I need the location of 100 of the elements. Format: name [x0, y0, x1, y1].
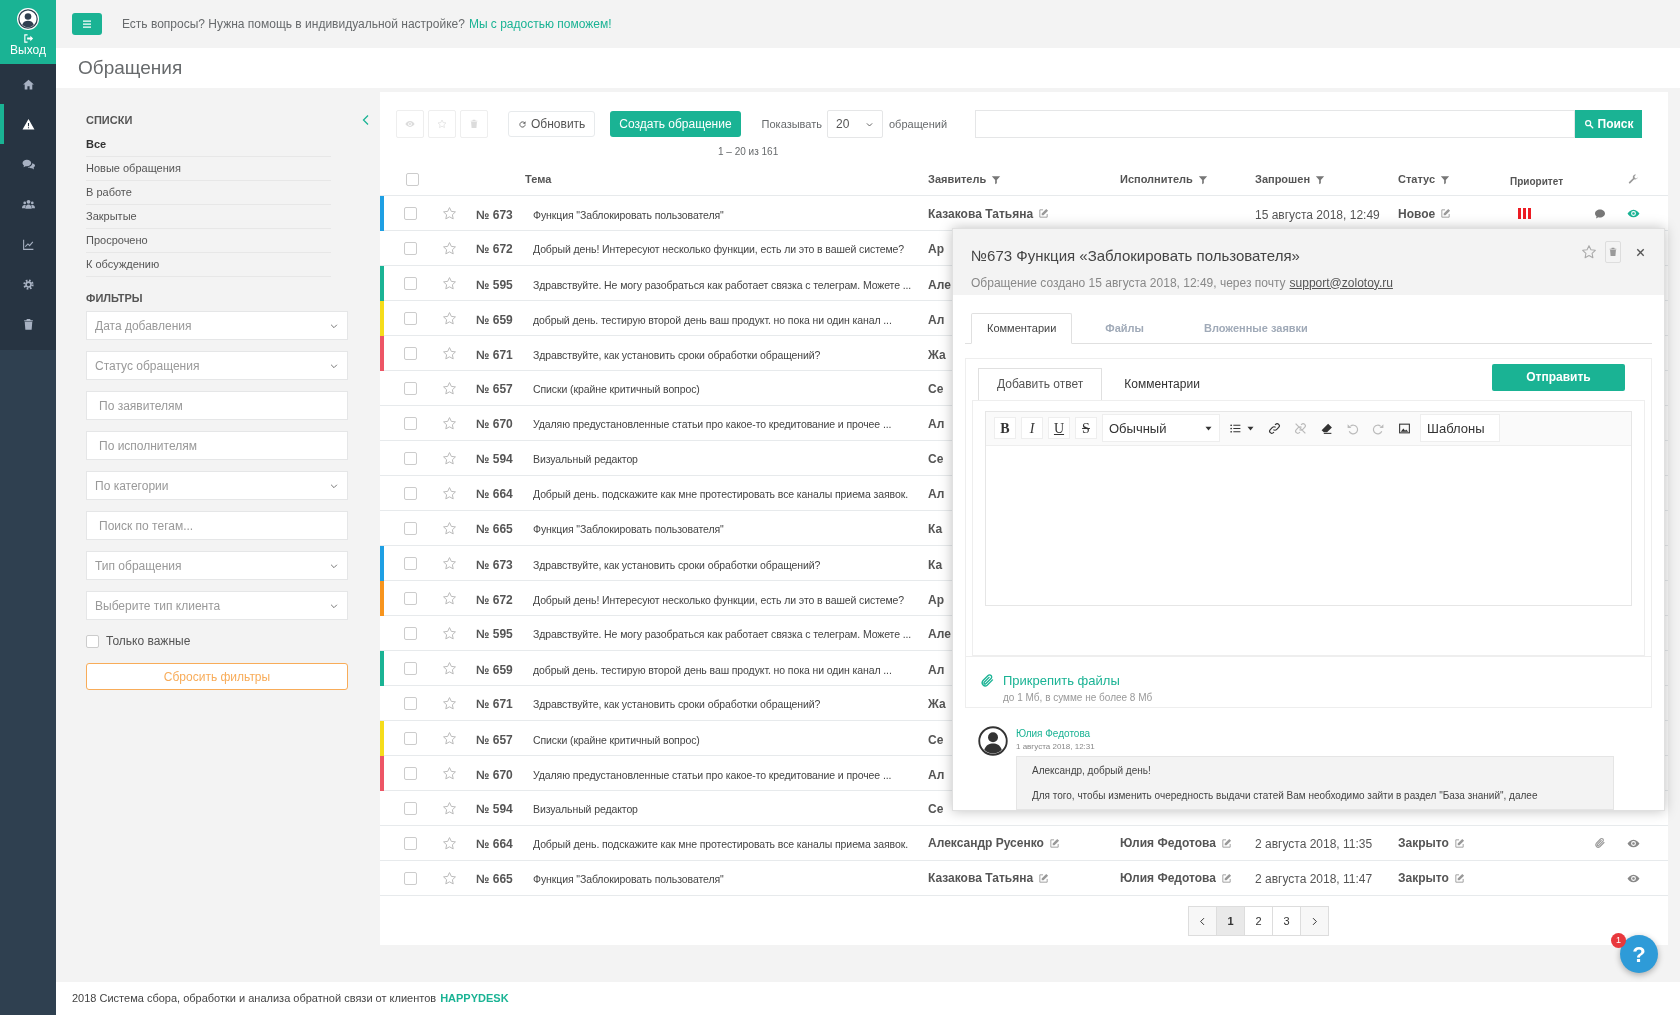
page-button[interactable]: 1	[1216, 906, 1245, 936]
ticket-subject-link[interactable]: Удаляю предустановленные статьи про какое-то кредитование и прочее ...	[533, 768, 892, 781]
column-header[interactable]: Статус	[1398, 171, 1436, 188]
column-header[interactable]: Тема	[525, 171, 552, 188]
ticket-subject-link[interactable]: Функция "Заблокировать пользователя"	[533, 523, 724, 535]
refresh-button[interactable]: Обновить	[508, 111, 596, 137]
checkbox[interactable]	[403, 381, 417, 395]
checkbox[interactable]	[403, 696, 417, 710]
delete-button[interactable]	[1605, 241, 1621, 263]
prev-page-button[interactable]	[1188, 906, 1217, 936]
ticket-number: № 659	[476, 662, 513, 677]
ticket-subject-link[interactable]: Добрый день! Интересуют несколько функции, есть ли это в вашей системе?	[533, 243, 905, 255]
list-item[interactable]: Закрытые	[86, 205, 331, 229]
italic-button[interactable]: I	[1021, 417, 1043, 440]
ticket-subject-link[interactable]: добрый день. тестирую второй день ваш продукт. но пока ни один канал ...	[533, 313, 892, 326]
filter-field[interactable]: Поиск по тегам...	[86, 511, 348, 540]
avatar-icon	[978, 726, 1008, 756]
checkbox[interactable]	[403, 277, 417, 290]
list-item[interactable]: Просрочено	[86, 229, 331, 253]
checkbox[interactable]	[403, 521, 417, 535]
checkbox[interactable]	[403, 732, 417, 745]
format-dropdown[interactable]: Шаблоны	[1420, 414, 1500, 443]
checkbox[interactable]	[403, 801, 417, 815]
ticket-subject-link[interactable]: Списки (крайне критичный вопрос)	[533, 383, 700, 395]
list-item[interactable]: Все	[86, 133, 331, 157]
ticket-subject-link[interactable]: Добрый день. подскажите как мне протестировать все каналы приема заявок.	[533, 488, 908, 500]
checkbox[interactable]	[405, 173, 419, 186]
ticket-subject-link[interactable]: Списки (крайне критичный вопрос)	[533, 733, 700, 746]
ticket-number: № 673	[476, 557, 513, 572]
request-date: 2 августа 2018, 11:35	[1255, 837, 1373, 851]
ticket-subject-link[interactable]: Здравствуйте, как установить сроки обработки обращений?	[533, 348, 821, 361]
column-header[interactable]: Заявитель	[928, 171, 987, 188]
format-dropdown[interactable]: Обычный	[1102, 414, 1220, 443]
column-header[interactable]: Запрошен	[1255, 171, 1311, 188]
ticket-subject-link[interactable]: Здравствуйте. Не могу разобраться как работает связка с телеграм. Можете ...	[533, 278, 912, 291]
ticket-number: № 672	[476, 242, 513, 256]
strike-button[interactable]: S	[1075, 417, 1097, 440]
checkbox[interactable]	[403, 312, 417, 325]
column-header[interactable]: Исполнитель	[1120, 171, 1193, 188]
ticket-subject-link[interactable]: Удаляю предустановленные статьи про какое-то кредитование и прочее ...	[533, 418, 892, 430]
section-title: ФИЛЬТРЫ	[86, 290, 143, 306]
star-button[interactable]	[1581, 244, 1597, 260]
filter-field[interactable]: По заявителям	[86, 391, 348, 420]
list-icon	[1229, 421, 1242, 435]
ticket-subject-link[interactable]: Визуальный редактор	[533, 803, 638, 815]
page-size-dropdown[interactable]: 20	[827, 110, 883, 138]
list-item[interactable]: Новые обращения	[86, 157, 331, 181]
ticket-number: № 594	[476, 802, 513, 816]
bold-button[interactable]: B	[994, 417, 1016, 440]
checkbox[interactable]	[403, 486, 417, 500]
wrench-icon	[1628, 174, 1639, 185]
checkbox[interactable]	[403, 347, 417, 360]
ticket-subject-link[interactable]: Здравствуйте, как установить сроки обработки обращений?	[533, 558, 821, 571]
email-link[interactable]: support@zolotoy.ru	[1289, 273, 1393, 292]
ticket-subject-link[interactable]: Функция "Заблокировать пользователя"	[533, 873, 724, 885]
show-label: Показывать	[761, 116, 822, 132]
checkbox[interactable]	[403, 416, 417, 430]
ticket-subject-link[interactable]: Функция "Заблокировать пользователя"	[533, 208, 724, 221]
applicant-name: Ал	[928, 417, 945, 431]
ticket-subject-link[interactable]: Здравствуйте. Не могу разобраться как работает связка с телеграм. Можете ...	[533, 628, 912, 640]
tab[interactable]: Комментарии	[971, 312, 1073, 344]
applicant-name: Жа	[928, 697, 946, 711]
list-item[interactable]: К обсуждению	[86, 253, 331, 277]
checkbox[interactable]	[403, 241, 417, 255]
list-item[interactable]: В работе	[86, 181, 331, 205]
checkbox[interactable]	[403, 207, 417, 220]
next-page-button[interactable]	[1300, 906, 1329, 936]
checkbox[interactable]	[403, 871, 417, 885]
request-date: 2 августа 2018, 11:47	[1255, 872, 1373, 886]
ticket-number: № 595	[476, 627, 513, 641]
tab[interactable]: Добавить ответ	[978, 367, 1103, 401]
ticket-subject-link[interactable]: Здравствуйте, как установить сроки обработки обращений?	[533, 698, 821, 710]
checkbox[interactable]	[403, 451, 417, 465]
ticket-subject-link[interactable]: Визуальный редактор	[533, 453, 638, 465]
avatar-icon[interactable]	[17, 8, 39, 30]
checkbox[interactable]	[403, 767, 417, 780]
checkbox[interactable]	[86, 634, 99, 648]
tab[interactable]: Комментарии	[1106, 367, 1218, 401]
page-button[interactable]: 3	[1272, 906, 1301, 936]
checkbox[interactable]	[403, 557, 417, 570]
filter-field[interactable]: По исполнителям	[86, 431, 348, 460]
checkbox[interactable]	[403, 592, 417, 605]
ticket-number: № 673	[476, 207, 513, 222]
edit-icon	[1038, 208, 1050, 219]
menu-button[interactable]	[72, 13, 102, 35]
ticket-subject-link[interactable]: Добрый день! Интересуют несколько функции, есть ли это в вашей системе?	[533, 593, 905, 606]
help-text: Есть вопросы? Нужна помощь в индивидуальной настройке?	[122, 16, 465, 33]
ticket-subject-link[interactable]: добрый день. тестирую второй день ваш продукт. но пока ни один канал ...	[533, 663, 892, 676]
ticket-number: № 664	[476, 487, 513, 501]
applicant-name: Ал	[928, 767, 945, 782]
image-icon	[1398, 421, 1411, 435]
checkbox[interactable]	[403, 662, 417, 675]
page-button[interactable]: 2	[1244, 906, 1273, 936]
search-field[interactable]	[975, 110, 1576, 138]
checkbox[interactable]	[403, 836, 417, 850]
underline-button[interactable]: U	[1048, 417, 1070, 440]
close-button[interactable]	[1635, 246, 1646, 258]
ticket-meta: Обращение создано 15 августа 2018, 12:49, через почту	[971, 274, 1286, 292]
checkbox[interactable]	[403, 626, 417, 640]
ticket-subject-link[interactable]: Добрый день. подскажите как мне протестировать все каналы приема заявок.	[533, 838, 908, 850]
